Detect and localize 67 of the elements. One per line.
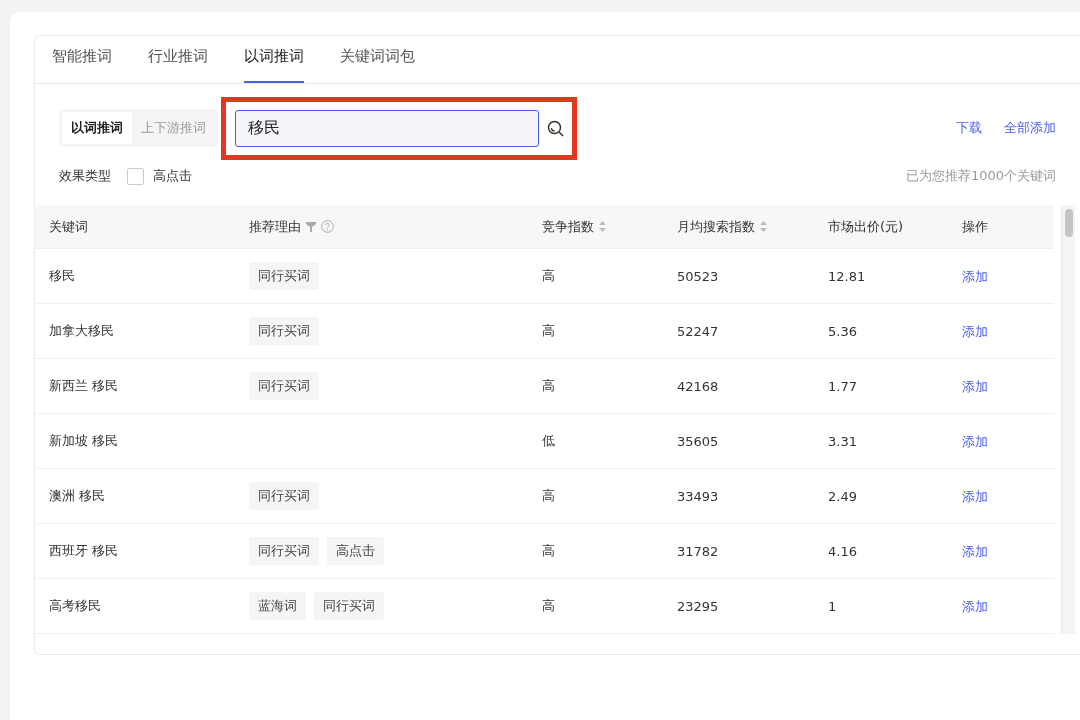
competition-cell-text: 高: [542, 377, 556, 395]
competition-cell-text: 高: [542, 267, 556, 285]
price-cell-text: 3.31: [828, 433, 858, 449]
search-index-cell-text: 33493: [677, 488, 720, 504]
keyword-cell-text: 澳洲 移民: [49, 487, 107, 505]
reason-tag: 蓝海词: [249, 592, 306, 620]
filter-label: 效果类型: [59, 167, 111, 185]
keyword-cell-text: 新加坡 移民: [49, 432, 120, 450]
mode-option[interactable]: 以词推词: [62, 112, 132, 144]
price-cell-text: 1.77: [828, 378, 858, 394]
tab[interactable]: 以词推词: [244, 36, 304, 83]
reason-tag: 同行买词: [249, 317, 319, 345]
column-header: 市场出价(元): [828, 217, 904, 236]
action-link[interactable]: 下载: [956, 119, 982, 137]
sort-icon[interactable]: [599, 221, 606, 232]
help-icon[interactable]: [321, 220, 334, 233]
competition-cell-text: 高: [542, 322, 556, 340]
competition-cell-text: 高: [542, 542, 556, 560]
scrollbar[interactable]: [1061, 205, 1075, 634]
search-field[interactable]: 移民: [235, 109, 539, 147]
add-link[interactable]: 添加: [962, 434, 988, 449]
competition-cell-text: 高: [542, 597, 556, 615]
price-cell-text: 12.81: [828, 268, 867, 284]
add-link[interactable]: 添加: [962, 269, 988, 284]
summary-text: 已为您推荐1000个关键词: [905, 167, 1056, 185]
column-header: 操作: [962, 217, 988, 236]
reason-tag: 高点击: [327, 537, 384, 565]
search-index-cell-text: 50523: [677, 268, 720, 284]
keyword-cell-text: 移民: [49, 267, 76, 285]
price-cell-text: 4.16: [828, 543, 858, 559]
reason-tag: 同行买词: [249, 262, 319, 290]
price-cell-text: 1: [828, 598, 838, 614]
competition-cell-text: 高: [542, 487, 556, 505]
add-link[interactable]: 添加: [962, 599, 988, 614]
search-index-cell-text: 23295: [677, 598, 720, 614]
column-header: 竞争指数: [542, 217, 594, 236]
search-index-cell-text: 52247: [677, 323, 720, 339]
search-index-cell-text: 42168: [677, 378, 720, 394]
keyword-cell-text: 新西兰 移民: [49, 377, 120, 395]
reason-tag: 同行买词: [314, 592, 384, 620]
checkbox[interactable]: [127, 167, 144, 185]
add-link[interactable]: 添加: [962, 489, 988, 504]
sort-icon[interactable]: [760, 221, 767, 232]
add-link[interactable]: 添加: [962, 324, 988, 339]
keyword-cell-text: 高考移民: [49, 597, 102, 615]
search-icon[interactable]: [547, 119, 564, 137]
column-header: 推荐理由: [249, 217, 301, 236]
add-link[interactable]: 添加: [962, 379, 988, 394]
tab[interactable]: 关键词词包: [340, 36, 415, 83]
add-link[interactable]: 添加: [962, 544, 988, 559]
filter-icon[interactable]: [306, 221, 316, 232]
column-header: 关键词: [49, 217, 88, 236]
reason-tag: 同行买词: [249, 372, 319, 400]
price-cell-text: 5.36: [828, 323, 858, 339]
reason-tag: 同行买词: [249, 537, 319, 565]
competition-cell-text: 低: [542, 432, 556, 450]
column-header: 月均搜索指数: [677, 217, 755, 236]
reason-tag: 同行买词: [249, 482, 319, 510]
keyword-cell-text: 加拿大移民: [49, 322, 115, 340]
checkbox-label: 高点击: [153, 167, 192, 185]
tab[interactable]: 智能推词: [52, 36, 112, 83]
tab[interactable]: 行业推词: [148, 36, 208, 83]
keyword-cell-text: 西班牙 移民: [49, 542, 120, 560]
search-index-cell-text: 31782: [677, 543, 720, 559]
search-index-cell-text: 35605: [677, 433, 720, 449]
price-cell-text: 2.49: [828, 488, 858, 504]
action-link[interactable]: 全部添加: [1004, 119, 1056, 137]
